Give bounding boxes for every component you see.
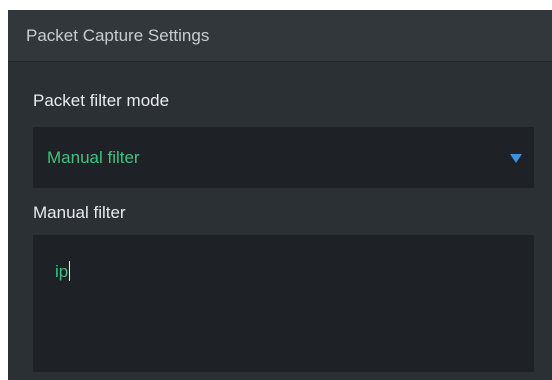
manual-filter-label: Manual filter xyxy=(33,203,126,222)
filter-mode-dropdown[interactable]: Manual filter xyxy=(33,127,534,188)
panel-header: Packet Capture Settings xyxy=(8,10,552,62)
filter-mode-label: Packet filter mode xyxy=(33,91,170,110)
triangle-down-icon xyxy=(510,154,522,163)
filter-mode-selected-value: Manual filter xyxy=(47,147,140,167)
manual-filter-input[interactable]: ip xyxy=(33,235,534,372)
text-caret xyxy=(69,261,71,281)
packet-capture-settings-panel: Packet Capture Settings Packet filter mo… xyxy=(8,10,552,380)
manual-filter-value: ip xyxy=(55,262,69,281)
panel-title: Packet Capture Settings xyxy=(26,25,210,45)
